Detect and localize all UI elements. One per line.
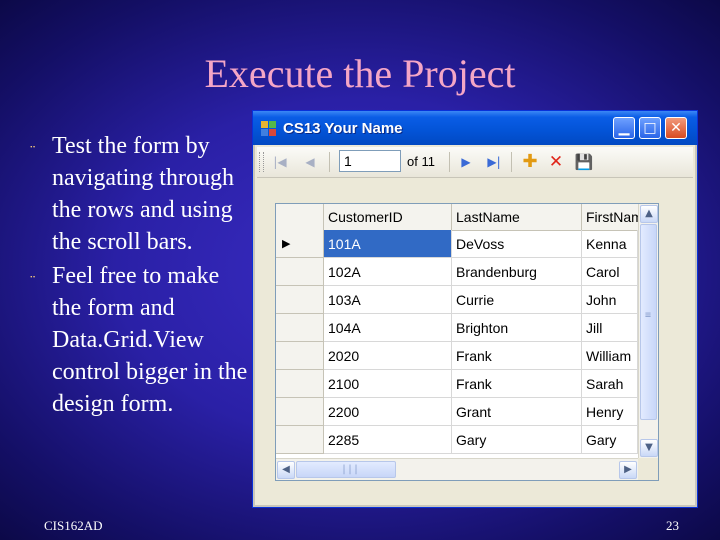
footer-course: CIS162AD (44, 518, 103, 533)
column-header-firstname[interactable]: FirstName (582, 204, 638, 230)
move-last-button[interactable]: ▶| (483, 151, 505, 173)
slide-title: Execute the Project (204, 51, 516, 96)
toolbar-separator (449, 152, 450, 172)
toolbar-separator (511, 152, 512, 172)
bullet-marker-icon: ¨ (30, 143, 36, 160)
cell-lastname[interactable]: Brandenburg (452, 258, 582, 286)
grid-header-row: CustomerID LastName FirstName (276, 204, 638, 231)
move-previous-button[interactable]: ◀ (299, 151, 321, 173)
cell-customerid[interactable]: 103A (324, 286, 452, 314)
add-new-icon[interactable]: ✚ (519, 151, 541, 173)
binding-navigator-toolbar: |◀ ◀ 1 of 11 ▶ ▶| ✚ ✕ 💾 (257, 147, 693, 178)
cell-firstname[interactable]: Henry (582, 398, 638, 426)
bullet-text: Feel free to make the form and Data.Grid… (52, 263, 248, 417)
cell-lastname[interactable]: Frank (452, 370, 582, 398)
horizontal-scrollbar[interactable]: ◀ ||| ▶ (276, 458, 638, 480)
toolbar-separator (329, 152, 330, 172)
cell-firstname[interactable]: Gary (582, 426, 638, 454)
cell-firstname[interactable]: Jill (582, 314, 638, 342)
cell-customerid[interactable]: 104A (324, 314, 452, 342)
cell-firstname[interactable]: Sarah (582, 370, 638, 398)
scroll-down-icon[interactable]: ▼ (640, 439, 658, 457)
cell-lastname[interactable]: Frank (452, 342, 582, 370)
row-header[interactable] (276, 258, 324, 286)
bullet-item: ¨ Test the form by navigating through th… (30, 130, 248, 258)
move-next-button[interactable]: ▶ (455, 151, 477, 173)
row-header[interactable] (276, 286, 324, 314)
row-header[interactable] (276, 370, 324, 398)
table-row[interactable]: 2020 Frank William (276, 342, 638, 370)
table-row[interactable]: 2100 Frank Sarah (276, 370, 638, 398)
minimize-button[interactable]: ▁ (613, 117, 635, 139)
row-header-current[interactable]: ▶ (276, 230, 324, 258)
scroll-right-icon[interactable]: ▶ (619, 461, 637, 479)
bullet-list: ¨ Test the form by navigating through th… (30, 130, 248, 422)
app-window: CS13 Your Name ▁ □ ✕ |◀ ◀ 1 of 11 ▶ ▶| ✚… (252, 110, 698, 508)
window-title: CS13 Your Name (283, 120, 403, 137)
cell-firstname[interactable]: John (582, 286, 638, 314)
record-count-label: of 11 (407, 154, 435, 169)
cell-lastname[interactable]: Brighton (452, 314, 582, 342)
row-header[interactable] (276, 342, 324, 370)
maximize-button[interactable]: □ (639, 117, 661, 139)
cell-customerid[interactable]: 101A (324, 230, 452, 258)
cell-lastname[interactable]: DeVoss (452, 230, 582, 258)
vertical-scroll-thumb[interactable]: ≡ (640, 224, 657, 420)
table-row[interactable]: 2285 Gary Gary (276, 426, 638, 454)
table-row[interactable]: 103A Currie John (276, 286, 638, 314)
position-field[interactable]: 1 (339, 150, 401, 172)
cell-firstname[interactable]: William (582, 342, 638, 370)
column-header-customerid[interactable]: CustomerID (324, 204, 452, 230)
cell-lastname[interactable]: Gary (452, 426, 582, 454)
table-row[interactable]: 102A Brandenburg Carol (276, 258, 638, 286)
cell-customerid[interactable]: 2020 (324, 342, 452, 370)
cell-customerid[interactable]: 102A (324, 258, 452, 286)
bullet-text: Test the form by navigating through the … (52, 133, 234, 255)
scrollbar-corner (638, 458, 658, 480)
column-header-lastname[interactable]: LastName (452, 204, 582, 230)
table-row[interactable]: ▶ 101A DeVoss Kenna (276, 230, 638, 258)
cell-firstname[interactable]: Kenna (582, 230, 638, 258)
horizontal-scroll-thumb[interactable]: ||| (296, 461, 396, 478)
toolbar-grip[interactable] (259, 152, 264, 172)
bullet-marker-icon: ¨ (30, 273, 36, 290)
cell-lastname[interactable]: Currie (452, 286, 582, 314)
table-row[interactable]: 104A Brighton Jill (276, 314, 638, 342)
save-icon[interactable]: 💾 (573, 151, 595, 173)
scroll-up-icon[interactable]: ▲ (640, 205, 658, 223)
cell-customerid[interactable]: 2285 (324, 426, 452, 454)
delete-icon[interactable]: ✕ (545, 151, 567, 173)
row-header[interactable] (276, 426, 324, 454)
cell-lastname[interactable]: Grant (452, 398, 582, 426)
app-form-icon (261, 121, 277, 137)
cell-customerid[interactable]: 2100 (324, 370, 452, 398)
grid-corner-header[interactable] (276, 204, 324, 230)
close-button[interactable]: ✕ (665, 117, 687, 139)
bullet-item: ¨ Feel free to make the form and Data.Gr… (30, 260, 248, 420)
page-number: 23 (666, 518, 679, 533)
cell-firstname[interactable]: Carol (582, 258, 638, 286)
row-header[interactable] (276, 314, 324, 342)
move-first-button[interactable]: |◀ (269, 151, 291, 173)
row-header[interactable] (276, 398, 324, 426)
scroll-left-icon[interactable]: ◀ (277, 461, 295, 479)
cell-customerid[interactable]: 2200 (324, 398, 452, 426)
thumb-grip-icon: ||| (341, 464, 360, 475)
window-titlebar[interactable]: CS13 Your Name ▁ □ ✕ (253, 111, 697, 145)
table-row[interactable]: 2200 Grant Henry (276, 398, 638, 426)
vertical-scrollbar[interactable]: ▲ ≡ ▼ (638, 204, 658, 458)
data-grid-view[interactable]: CustomerID LastName FirstName ▶ 101A DeV… (275, 203, 659, 481)
thumb-grip-icon: ≡ (645, 310, 652, 321)
